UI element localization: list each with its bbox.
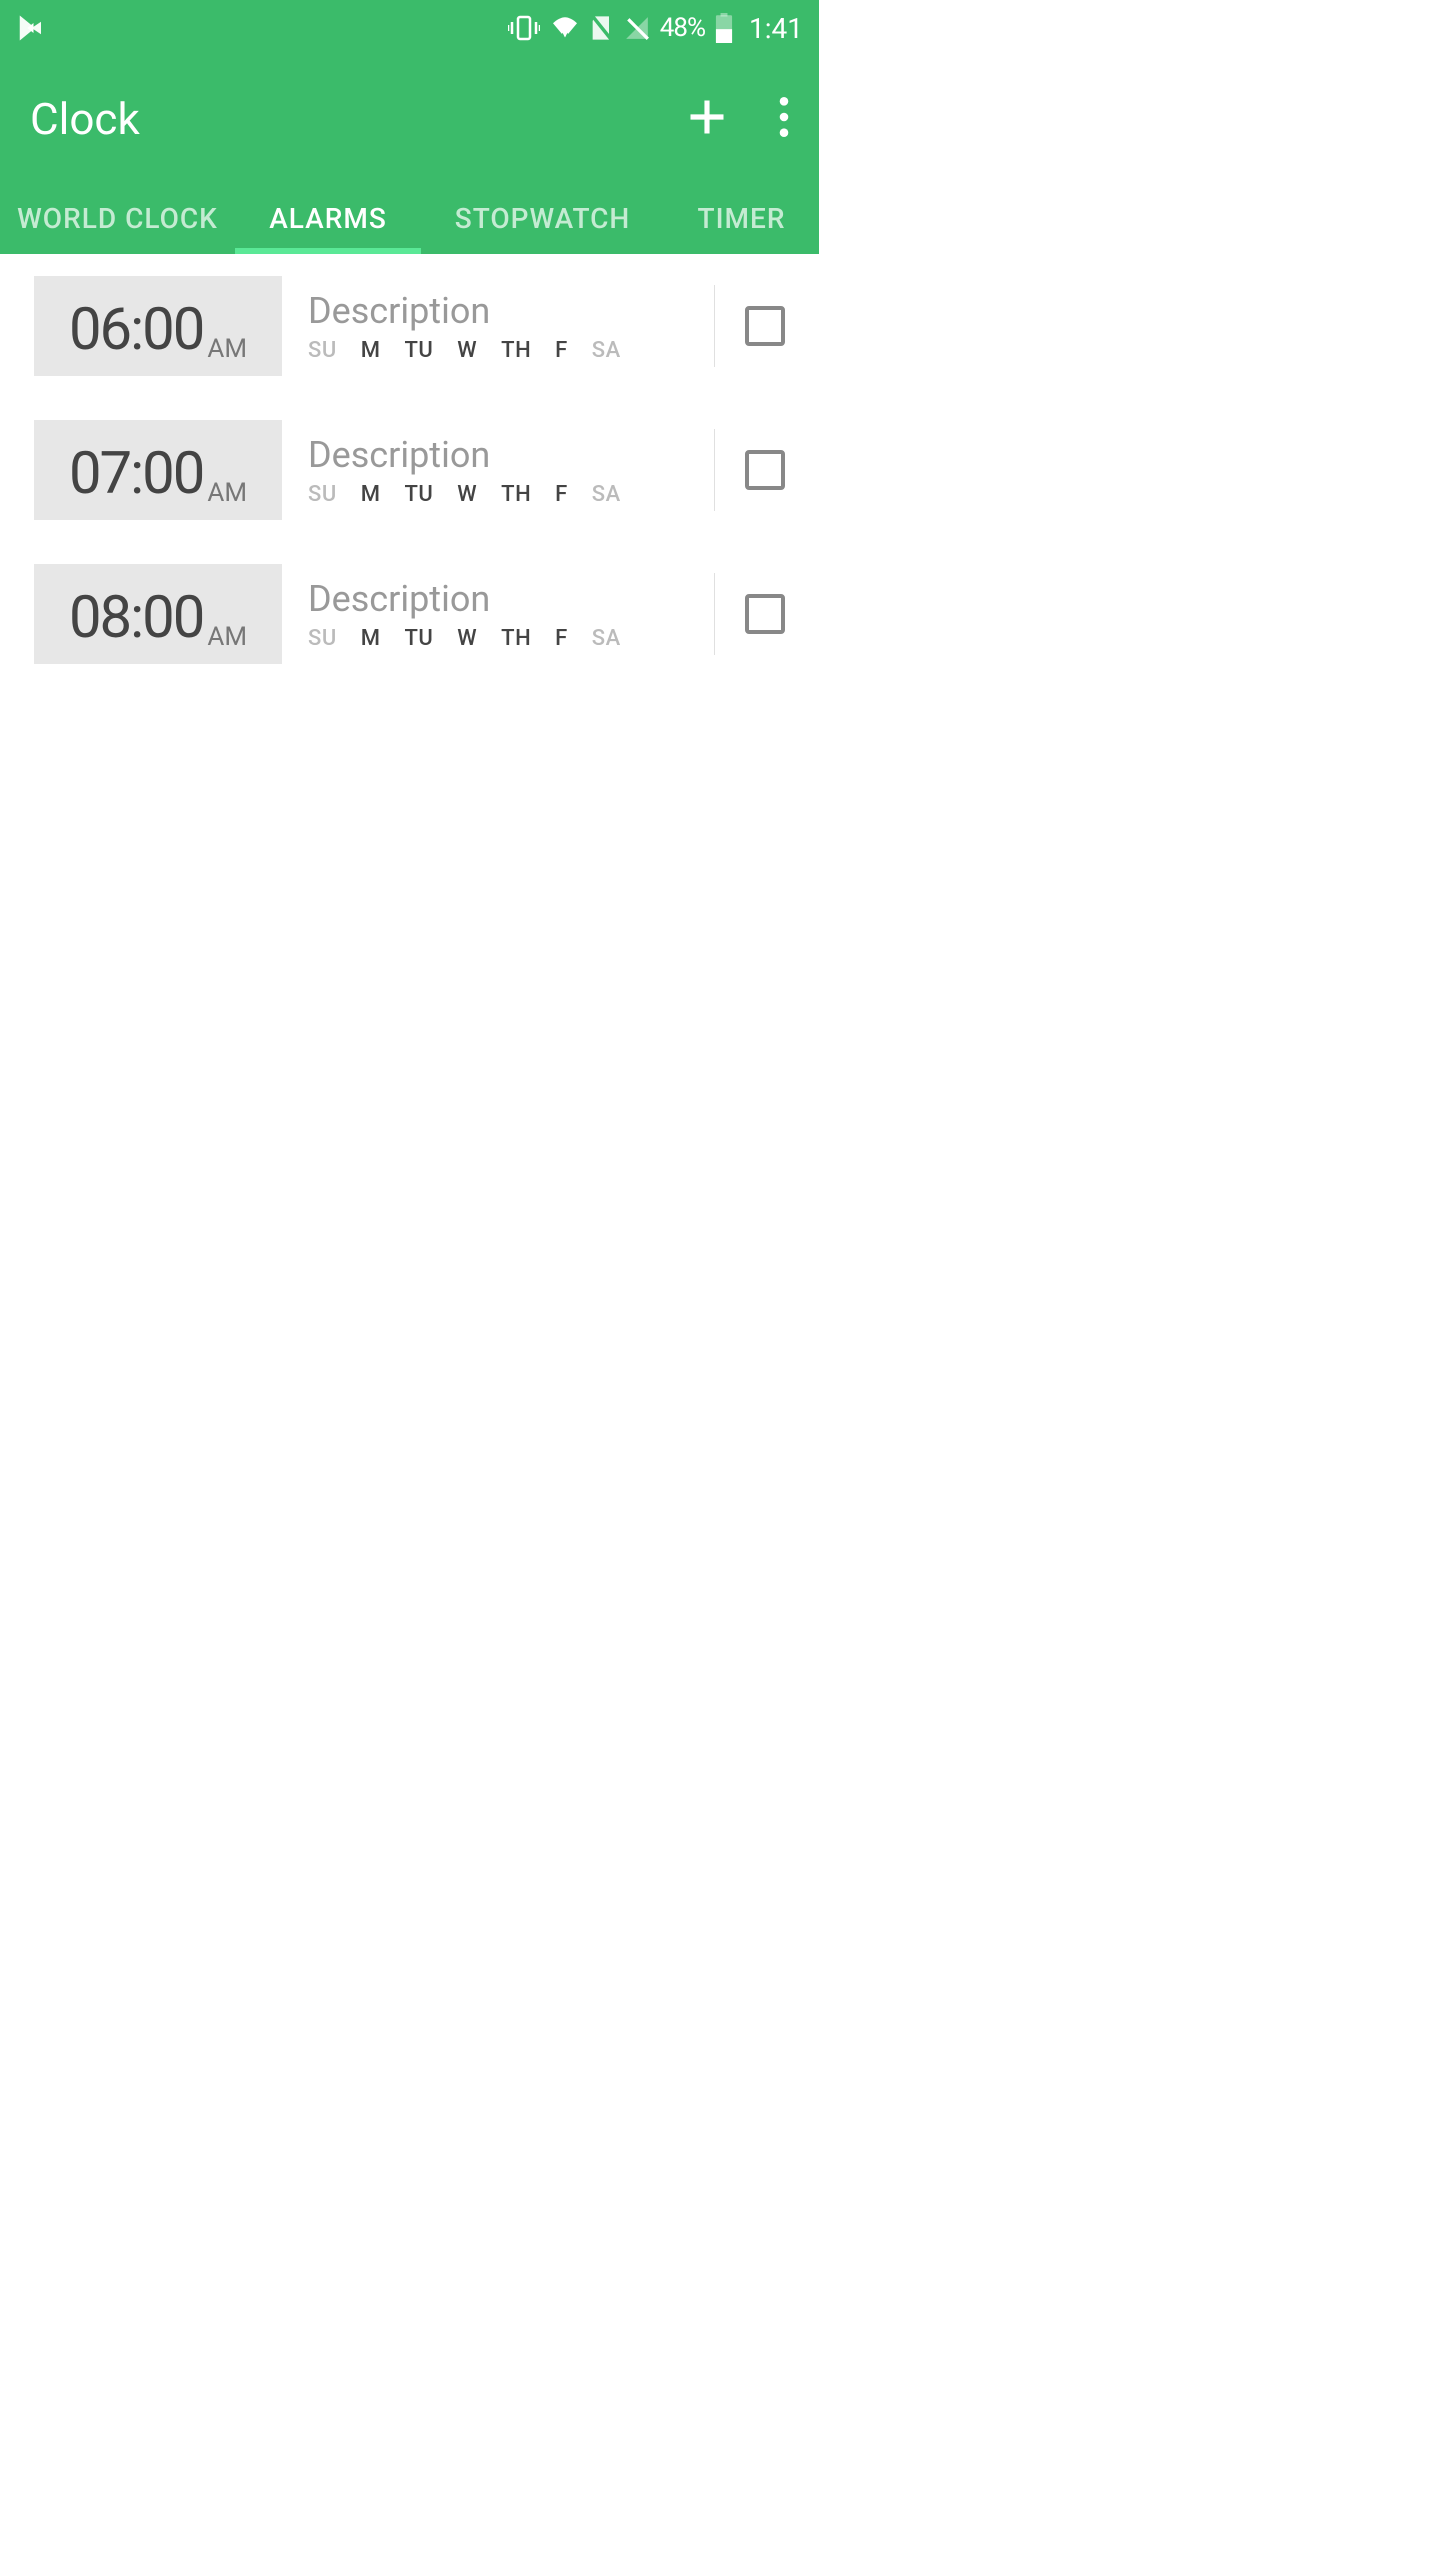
alarm-ampm: AM <box>207 622 247 664</box>
alarm-enable-checkbox[interactable] <box>745 450 785 490</box>
day-th: TH <box>501 482 531 507</box>
day-w: W <box>457 482 477 507</box>
alarm-row[interactable]: 07:00 AM Description SU M TU W TH F SA <box>0 398 819 542</box>
day-m: M <box>361 482 381 507</box>
day-sa: SA <box>592 626 621 651</box>
app-header: Clock <box>0 56 819 182</box>
tab-bar: WORLD CLOCK ALARMS STOPWATCH TIMER <box>0 182 819 254</box>
tab-stopwatch[interactable]: STOPWATCH <box>421 202 664 235</box>
header-actions <box>685 95 789 143</box>
alarm-ampm: AM <box>207 478 247 520</box>
day-sa: SA <box>592 482 621 507</box>
divider <box>714 573 715 655</box>
day-tu: TU <box>404 626 433 651</box>
no-sim-icon <box>590 14 614 42</box>
alarm-time: 07:00 <box>69 440 203 508</box>
alarm-days: SU M TU W TH F SA <box>308 626 704 651</box>
alarm-time-box[interactable]: 06:00 AM <box>34 276 282 376</box>
status-bar: 48% 1:41 <box>0 0 819 56</box>
alarm-enable-checkbox[interactable] <box>745 306 785 346</box>
tab-timer[interactable]: TIMER <box>664 202 819 235</box>
alarm-row[interactable]: 06:00 AM Description SU M TU W TH F SA <box>0 254 819 398</box>
alarm-info: Description SU M TU W TH F SA <box>282 578 704 651</box>
day-tu: TU <box>404 338 433 363</box>
tab-indicator <box>235 248 421 254</box>
day-th: TH <box>501 626 531 651</box>
day-th: TH <box>501 338 531 363</box>
day-w: W <box>457 338 477 363</box>
add-alarm-button[interactable] <box>685 95 729 143</box>
alarm-description: Description <box>308 434 704 476</box>
day-sa: SA <box>592 338 621 363</box>
alarm-ampm: AM <box>207 334 247 376</box>
day-f: F <box>555 626 568 651</box>
day-m: M <box>361 626 381 651</box>
divider <box>714 429 715 511</box>
alarm-info: Description SU M TU W TH F SA <box>282 290 704 363</box>
alarm-list: 06:00 AM Description SU M TU W TH F SA 0… <box>0 254 819 686</box>
status-time: 1:41 <box>749 12 803 45</box>
divider <box>714 285 715 367</box>
alarm-time-box[interactable]: 07:00 AM <box>34 420 282 520</box>
alarm-row[interactable]: 08:00 AM Description SU M TU W TH F SA <box>0 542 819 686</box>
day-tu: TU <box>404 482 433 507</box>
alarm-description: Description <box>308 578 704 620</box>
day-su: SU <box>308 338 337 363</box>
status-right: 48% 1:41 <box>508 12 803 45</box>
page-title: Clock <box>30 93 140 145</box>
day-su: SU <box>308 626 337 651</box>
tab-alarms[interactable]: ALARMS <box>235 202 421 235</box>
alarm-time-box[interactable]: 08:00 AM <box>34 564 282 664</box>
battery-icon <box>715 13 733 43</box>
no-signal-icon <box>624 15 650 41</box>
alarm-enable-checkbox[interactable] <box>745 594 785 634</box>
tab-world-clock[interactable]: WORLD CLOCK <box>0 202 235 235</box>
play-store-notification-icon <box>16 13 46 43</box>
day-m: M <box>361 338 381 363</box>
alarm-time: 06:00 <box>69 296 203 364</box>
day-f: F <box>555 338 568 363</box>
more-options-button[interactable] <box>779 97 789 141</box>
wifi-icon <box>550 16 580 40</box>
status-left <box>16 13 46 43</box>
alarm-info: Description SU M TU W TH F SA <box>282 434 704 507</box>
vibrate-icon <box>508 14 540 42</box>
alarm-time: 08:00 <box>69 584 203 652</box>
alarm-days: SU M TU W TH F SA <box>308 338 704 363</box>
alarm-days: SU M TU W TH F SA <box>308 482 704 507</box>
day-f: F <box>555 482 568 507</box>
battery-percent: 48% <box>660 13 705 43</box>
alarm-description: Description <box>308 290 704 332</box>
day-su: SU <box>308 482 337 507</box>
day-w: W <box>457 626 477 651</box>
